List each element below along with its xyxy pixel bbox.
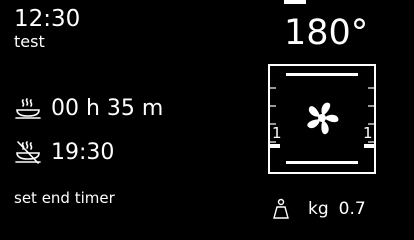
weight-unit: kg	[308, 199, 329, 219]
cooking-end-time[interactable]: 19:30	[15, 140, 114, 165]
left-rack-level: 1	[272, 124, 282, 142]
cooking-end-time-value: 19:30	[51, 140, 115, 165]
set-end-timer-button[interactable]: set end timer	[14, 191, 115, 206]
top-heater-element	[286, 73, 358, 76]
program-label: test	[14, 32, 45, 51]
oven-cavity[interactable]: 1 1	[268, 64, 376, 174]
bottom-heater-element	[286, 161, 358, 164]
top-indicator	[284, 0, 306, 4]
end-timer-icon	[15, 140, 41, 165]
right-rack-level: 1	[363, 124, 373, 142]
cooking-duration[interactable]: 00 h 35 m	[15, 96, 163, 121]
cooking-duration-value: 00 h 35 m	[51, 96, 164, 121]
temperature-display[interactable]: 180°	[284, 16, 368, 51]
current-time: 12:30	[14, 6, 81, 32]
food-weight[interactable]: kg 0.7	[272, 198, 366, 220]
weight-value: 0.7	[338, 199, 366, 219]
weight-icon	[272, 198, 290, 220]
steam-dish-icon	[15, 97, 41, 121]
convection-fan-icon	[307, 102, 339, 135]
